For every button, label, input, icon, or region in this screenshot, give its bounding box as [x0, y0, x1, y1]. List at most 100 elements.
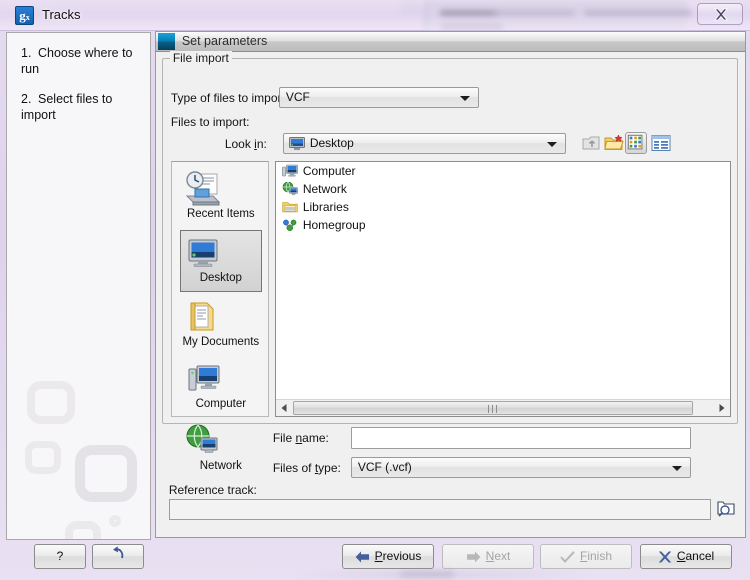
look-in-value: Desktop: [309, 136, 354, 150]
look-in-label: Look in:: [224, 137, 267, 151]
shortcut-recent-items[interactable]: Recent Items: [180, 166, 262, 228]
desktop-icon: [288, 137, 305, 150]
scrollbar-grip: [487, 405, 499, 413]
wizard-step-sidebar: 1. Choose where to run 2. Select files to …: [6, 32, 151, 540]
files-to-import-label: Files to import:: [170, 115, 250, 129]
sidebar-step-1-label: Choose where to run: [21, 46, 133, 76]
parameters-gradient-icon: [157, 33, 175, 50]
close-button[interactable]: [697, 3, 743, 25]
sidebar-step-2-number: 2.: [21, 92, 32, 106]
triangle-right-icon: [719, 404, 725, 412]
file-list-horizontal-scrollbar[interactable]: [275, 399, 730, 416]
reset-button[interactable]: [92, 544, 144, 569]
homegroup-icon: [282, 219, 297, 232]
background-blur-text-3: [441, 24, 503, 29]
reference-track-label: Reference track:: [168, 483, 257, 497]
up-folder-icon[interactable]: [581, 132, 603, 154]
chevron-down-icon: [459, 96, 470, 101]
file-name-input[interactable]: [350, 427, 691, 449]
reset-arrow-icon: [113, 546, 124, 559]
list-item-label: Network: [302, 182, 347, 196]
finish-button-label: Finish: [579, 549, 613, 563]
previous-button-label: Previous: [374, 549, 422, 563]
wizard-button-bar: ? Previous Next Finish Cancel: [4, 540, 746, 576]
shortcut-computer-label: Computer: [195, 398, 247, 410]
scroll-left-arrow[interactable]: [275, 400, 293, 416]
type-of-files-value: VCF: [285, 90, 310, 104]
network-shortcut-icon: [186, 424, 218, 453]
help-button[interactable]: ?: [34, 544, 86, 569]
wizard-client-area: 1. Choose where to run 2. Select files to …: [4, 31, 746, 569]
list-item[interactable]: Libraries: [276, 198, 730, 216]
shortcut-recent-items-label: Recent Items: [186, 208, 255, 220]
cancel-button[interactable]: Cancel: [640, 544, 732, 569]
files-of-type-combo[interactable]: VCF (.vcf): [350, 457, 691, 478]
file-name-label: File name:: [272, 431, 329, 445]
shortcut-network-label: Network: [199, 460, 242, 472]
shortcut-my-documents[interactable]: My Documents: [180, 294, 262, 356]
type-of-files-combo[interactable]: VCF: [278, 87, 479, 108]
files-of-type-label: Files of type:: [272, 461, 341, 475]
list-item[interactable]: Homegroup: [276, 216, 730, 234]
watermark-square-3: [75, 445, 137, 502]
browse-folder-search-icon[interactable]: [715, 497, 737, 519]
next-button-label: Next: [485, 549, 511, 563]
cross-icon: [658, 551, 672, 563]
shortcut-desktop[interactable]: Desktop: [179, 230, 262, 292]
arrow-left-icon: [355, 551, 369, 563]
finish-button[interactable]: Finish: [540, 544, 632, 569]
desktop-shortcut-icon: [188, 239, 218, 267]
network-icon: [282, 182, 298, 196]
file-list[interactable]: Computer Network Libraries Homegroup: [274, 161, 731, 417]
my-documents-icon: [190, 302, 214, 331]
recent-items-icon: [185, 171, 221, 206]
watermark-square-5: [109, 515, 121, 527]
set-parameters-header: Set parameters: [154, 31, 746, 51]
file-import-groupbox: File import Type of files to import: VCF…: [161, 51, 738, 520]
shortcut-my-documents-label: My Documents: [182, 336, 260, 348]
shortcut-pane: Recent Items Desktop My Documents Comput…: [170, 161, 269, 472]
computer-shortcut-icon: [188, 365, 220, 391]
background-blur-tab: [401, 2, 423, 15]
background-blur-panel: [425, 1, 687, 31]
sidebar-step-1-number: 1.: [21, 46, 32, 60]
list-view-icon[interactable]: [624, 132, 647, 154]
arrow-right-icon: [466, 551, 481, 563]
list-item-label: Homegroup: [302, 218, 366, 232]
scrollbar-thumb[interactable]: [292, 401, 693, 415]
scroll-right-arrow[interactable]: [712, 400, 730, 416]
tracks-wizard-window: gx Tracks 1. Choose where to run 2. Select…: [0, 0, 750, 580]
files-of-type-value: VCF (.vcf): [357, 460, 412, 474]
look-in-combo[interactable]: Desktop: [282, 133, 566, 154]
check-icon: [560, 551, 575, 563]
background-blur-text-1: [440, 10, 575, 16]
next-button[interactable]: Next: [442, 544, 534, 569]
reference-track-input[interactable]: [168, 499, 711, 520]
chevron-down-icon-filetype: [671, 466, 682, 471]
list-view-glyph: [627, 134, 643, 150]
details-view-icon[interactable]: [650, 132, 672, 154]
parameters-pane: Set parameters File import Type of files…: [154, 31, 746, 569]
list-item[interactable]: Network: [276, 180, 730, 198]
background-blur-text-2: [584, 10, 692, 16]
window-titlebar: gx Tracks: [0, 0, 750, 31]
list-item-label: Libraries: [302, 200, 349, 214]
watermark-square-2: [25, 441, 61, 474]
libraries-folder-icon: [282, 202, 298, 213]
chevron-down-icon-lookin: [546, 142, 557, 147]
watermark-square-4: [65, 521, 101, 539]
set-parameters-title: Set parameters: [181, 34, 268, 48]
previous-button[interactable]: Previous: [342, 544, 434, 569]
sidebar-step-2[interactable]: 2. Select files to import: [7, 91, 150, 123]
shortcut-computer[interactable]: Computer: [180, 356, 262, 418]
app-icon: gx: [15, 6, 34, 25]
triangle-left-icon: [281, 404, 287, 412]
window-title: Tracks: [42, 7, 81, 22]
new-folder-icon[interactable]: [603, 132, 625, 154]
list-item[interactable]: Computer: [276, 162, 730, 180]
sidebar-step-1[interactable]: 1. Choose where to run: [7, 45, 150, 77]
parameters-body: File import Type of files to import: VCF…: [154, 51, 746, 538]
computer-icon: [282, 164, 298, 177]
shortcut-network[interactable]: Network: [180, 418, 262, 480]
close-icon: [714, 8, 728, 21]
